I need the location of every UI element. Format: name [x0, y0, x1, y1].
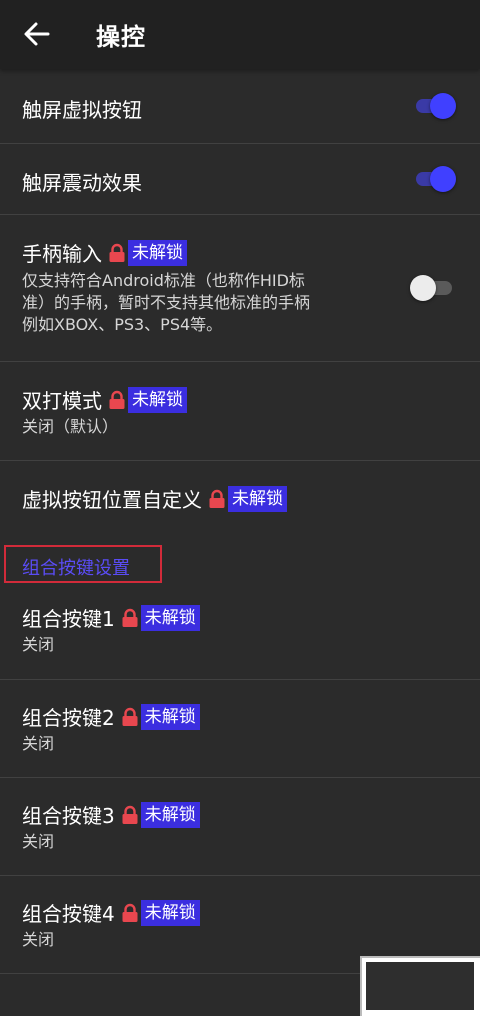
setting-value: 关闭 [22, 635, 55, 654]
lock-icon [122, 707, 138, 726]
thumbnail-preview [366, 962, 474, 1010]
setting-double-hit[interactable]: 双打模式 未解锁 关闭（默认） [0, 362, 480, 461]
setting-value: 关闭 [22, 930, 55, 949]
switch-thumb [430, 166, 456, 192]
screenshot-thumbnail[interactable] [360, 956, 480, 1016]
setting-label: 触屏震动效果 [22, 171, 142, 195]
lock-icon [109, 243, 125, 262]
switch-thumb [430, 93, 456, 119]
setting-label-row: 组合按键2 未解锁 [22, 702, 200, 731]
setting-label-row: 组合按键4 未解锁 [22, 898, 200, 927]
setting-value: 关闭 [22, 832, 55, 851]
gamepad-switch[interactable] [410, 274, 454, 302]
app-bar: 操控 [0, 0, 480, 69]
lock-icon [122, 805, 138, 824]
setting-value: 关闭（默认） [22, 417, 119, 436]
locked-badge: 未解锁 [128, 386, 187, 413]
switch-thumb [410, 275, 436, 301]
locked-badge: 未解锁 [140, 801, 200, 828]
setting-label-row: 手柄输入 未解锁 [22, 238, 187, 267]
setting-label: 组合按键1 [22, 607, 115, 631]
combo-item-2[interactable]: 组合按键2 未解锁 关闭 [0, 680, 480, 778]
setting-value: 关闭 [22, 734, 55, 753]
locked-badge: 未解锁 [228, 485, 287, 512]
setting-label: 双打模式 [22, 389, 102, 413]
setting-touch-vibration[interactable]: 触屏震动效果 [0, 144, 480, 215]
setting-touch-buttons[interactable]: 触屏虚拟按钮 [0, 69, 480, 144]
combo-section-header: 组合按键设置 [4, 545, 162, 583]
setting-description: 仅支持符合Android标准（也称作HID标 准）的手柄，暂时不支持其他标准的手… [22, 271, 311, 334]
combo-item-1[interactable]: 组合按键1 未解锁 关闭 [0, 583, 480, 680]
lock-icon [209, 489, 225, 508]
touch-vibration-switch[interactable] [414, 165, 456, 193]
setting-label: 组合按键4 [22, 902, 115, 926]
combo-item-3[interactable]: 组合按键3 未解锁 关闭 [0, 778, 480, 876]
setting-label: 组合按键3 [22, 804, 115, 828]
setting-label-row: 组合按键3 未解锁 [22, 800, 200, 829]
lock-icon [109, 390, 125, 409]
section-title: 组合按键设置 [22, 558, 130, 579]
setting-label: 虚拟按钮位置自定义 [22, 488, 202, 512]
page-title: 操控 [96, 23, 146, 51]
lock-icon [122, 608, 138, 627]
setting-label-row: 双打模式 未解锁 [22, 385, 187, 414]
setting-gamepad[interactable]: 手柄输入 未解锁 仅支持符合Android标准（也称作HID标 准）的手柄，暂时… [0, 215, 480, 362]
locked-badge: 未解锁 [140, 604, 200, 631]
locked-badge: 未解锁 [140, 703, 200, 730]
lock-icon [122, 903, 138, 922]
setting-label-row: 组合按键1 未解锁 [22, 603, 200, 632]
touch-buttons-switch[interactable] [414, 92, 456, 120]
setting-label: 触屏虚拟按钮 [22, 98, 142, 122]
locked-badge: 未解锁 [140, 899, 200, 926]
setting-label: 组合按键2 [22, 706, 115, 730]
locked-badge: 未解锁 [128, 239, 187, 266]
setting-label: 手柄输入 [22, 242, 102, 266]
setting-custom-position[interactable]: 虚拟按钮位置自定义 未解锁 [0, 461, 480, 541]
arrow-left-icon[interactable] [22, 20, 52, 48]
setting-label-row: 虚拟按钮位置自定义 未解锁 [22, 484, 287, 513]
